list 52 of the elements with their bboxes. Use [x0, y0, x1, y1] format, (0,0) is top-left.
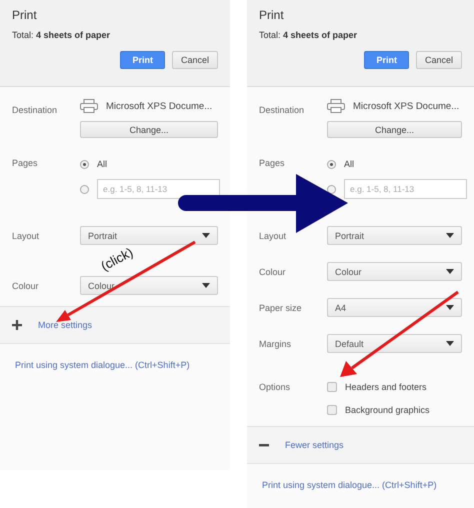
setting-label: Destination	[259, 104, 306, 117]
sheet-total: Total: 4 sheets of paper	[259, 30, 358, 40]
settings-link[interactable]: More settings	[38, 320, 92, 330]
page-range-field[interactable]: e.g. 1-5, 8, 11-13	[97, 179, 220, 199]
setting-label: Colour	[259, 266, 287, 277]
dialog-title: Print	[12, 8, 38, 22]
caret-icon	[202, 283, 210, 288]
dropdown[interactable]: A4	[327, 298, 462, 317]
dialog-title: Print	[259, 8, 285, 22]
caret-icon	[446, 233, 454, 238]
print-button[interactable]: Print	[364, 51, 409, 69]
printer-name: Microsoft XPS Docume...	[353, 100, 460, 112]
page-range-field[interactable]: e.g. 1-5, 8, 11-13	[344, 179, 467, 199]
cancel-button[interactable]: Cancel	[416, 51, 462, 69]
sheet-total: Total: 4 sheets of paper	[12, 30, 112, 40]
setting-label: Margins	[259, 338, 292, 349]
settings-link[interactable]: Fewer settings	[285, 440, 344, 450]
checkbox[interactable]	[327, 404, 337, 414]
option-label: All	[97, 159, 108, 169]
printer-icon	[80, 99, 98, 113]
dropdown[interactable]: Portrait	[80, 226, 218, 245]
setting-label: Layout	[12, 230, 40, 241]
caret-icon	[446, 341, 454, 346]
printer-name: Microsoft XPS Docume...	[106, 100, 212, 112]
change-button[interactable]: Change...	[327, 121, 462, 138]
printer-icon	[327, 99, 345, 113]
caret-icon	[446, 269, 454, 274]
dropdown[interactable]: Colour	[327, 262, 462, 281]
radio-button[interactable]	[80, 184, 89, 194]
setting-label: Options	[259, 381, 292, 394]
caret-icon	[446, 305, 454, 310]
change-button[interactable]: Change...	[80, 121, 218, 138]
radio-button[interactable]	[327, 184, 336, 194]
dropdown[interactable]: Default	[327, 334, 462, 353]
setting-label: Pages	[12, 157, 39, 170]
option-label: Background graphics	[345, 404, 430, 414]
option-label: Headers and footers	[345, 382, 427, 392]
checkbox[interactable]	[327, 382, 337, 392]
setting-label: Destination	[12, 104, 58, 117]
system-dialogue-link[interactable]: Print using system dialogue... (Ctrl+Shift+P)	[262, 480, 437, 490]
print-button[interactable]: Print	[120, 51, 165, 69]
cancel-button[interactable]: Cancel	[172, 51, 218, 69]
dropdown[interactable]: Colour	[80, 276, 218, 295]
system-dialogue-link[interactable]: Print using system dialogue... (Ctrl+Shift+P)	[15, 360, 190, 370]
option-label: All	[344, 159, 354, 169]
setting-label: Paper size	[259, 302, 303, 313]
dropdown[interactable]: Portrait	[327, 226, 462, 245]
radio-button[interactable]	[80, 160, 89, 168]
radio-button[interactable]	[327, 160, 336, 168]
setting-label: Layout	[259, 230, 288, 241]
setting-label: Pages	[259, 157, 286, 170]
setting-label: Colour	[12, 280, 40, 291]
